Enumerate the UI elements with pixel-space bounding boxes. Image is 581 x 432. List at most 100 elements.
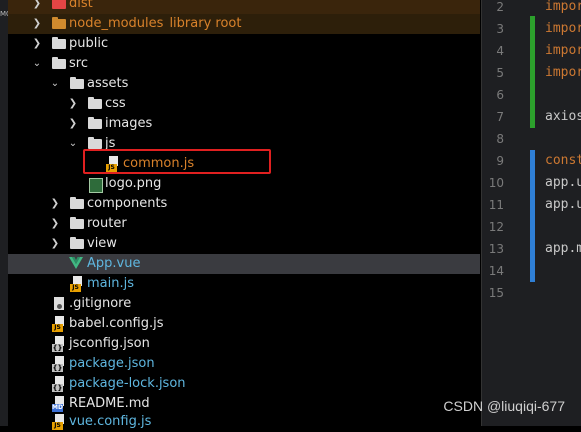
folder-icon: [52, 57, 66, 69]
tree-item-label: vue.config.js: [69, 414, 152, 429]
tree-item-assets[interactable]: ⌄ assets: [8, 74, 480, 94]
tree-item-label: main.js: [87, 276, 134, 291]
tree-item-babel-config[interactable]: JS babel.config.js: [8, 314, 480, 334]
line-number: 2: [496, 0, 504, 14]
json-file-icon: {}: [52, 356, 65, 372]
chevron-right-icon[interactable]: ❯: [32, 14, 42, 34]
line-number: 4: [496, 44, 504, 58]
vcs-modified-marker: [530, 150, 535, 282]
tree-item-readme[interactable]: MD README.md: [8, 394, 480, 414]
chevron-right-icon[interactable]: ❯: [50, 214, 60, 234]
line-number: 9: [496, 154, 504, 168]
tree-item-label: router: [87, 216, 127, 231]
line-number: 12: [488, 220, 504, 234]
tree-item-label: assets: [87, 76, 129, 91]
line-number: 14: [488, 264, 504, 278]
tree-item-src[interactable]: ⌄ src: [8, 54, 480, 74]
vcs-added-marker: [530, 16, 535, 128]
chevron-right-icon[interactable]: ❯: [68, 94, 78, 114]
folder-icon: [88, 137, 102, 149]
gitignore-icon: [54, 297, 64, 310]
tree-item-jsconfig[interactable]: {} jsconfig.json: [8, 334, 480, 354]
chevron-right-icon[interactable]: ❯: [32, 0, 42, 14]
code-line: axios: [545, 109, 581, 124]
code-line: const: [545, 153, 581, 168]
line-number: 6: [496, 88, 504, 102]
line-number: 11: [488, 198, 504, 212]
chevron-right-icon[interactable]: ❯: [50, 234, 60, 254]
folder-icon: [70, 217, 84, 229]
tree-item-label: images: [105, 116, 153, 131]
folder-icon: [52, 37, 66, 49]
tree-item-label: README.md: [69, 396, 150, 411]
code-line: impor: [545, 21, 581, 36]
tree-item-public[interactable]: ❯ public: [8, 34, 480, 54]
tree-item-components[interactable]: ❯ components: [8, 194, 480, 214]
chevron-right-icon[interactable]: ❯: [68, 114, 78, 134]
tree-item-router[interactable]: ❯ router: [8, 214, 480, 234]
code-editor[interactable]: 2 3 4 5 6 7 8 9 10 11 12 13 14 15 impor …: [481, 0, 581, 426]
tree-item-view[interactable]: ❯ view: [8, 234, 480, 254]
line-number: 7: [496, 110, 504, 124]
library-root-note: library root: [169, 16, 242, 31]
tree-item-label: public: [69, 36, 109, 51]
line-number: 10: [488, 176, 504, 190]
tree-item-logo-png[interactable]: logo.png: [8, 174, 480, 194]
line-number: 5: [496, 66, 504, 80]
line-number-gutter: 2 3 4 5 6 7 8 9 10 11 12 13 14 15: [482, 0, 522, 426]
tree-item-label: css: [105, 96, 126, 111]
code-line: impor: [545, 0, 581, 14]
line-number: 15: [488, 286, 504, 300]
tree-item-node-modules[interactable]: ❯ node_modules library root: [8, 14, 480, 34]
folder-icon: [88, 117, 102, 129]
tree-item-label: jsconfig.json: [69, 336, 150, 351]
json-file-icon: {}: [52, 336, 65, 352]
tree-item-css[interactable]: ❯ css: [8, 94, 480, 114]
chevron-down-icon[interactable]: ⌄: [68, 134, 78, 154]
tree-item-label: src: [69, 56, 88, 71]
chevron-down-icon[interactable]: ⌄: [50, 74, 60, 94]
tree-item-vue-config[interactable]: JS vue.config.js: [8, 412, 480, 432]
tool-window-strip-label[interactable]: MC: [0, 10, 11, 18]
tree-item-label: babel.config.js: [69, 316, 164, 331]
code-line: impor: [545, 43, 581, 58]
chevron-right-icon[interactable]: ❯: [32, 34, 42, 54]
folder-icon: [52, 17, 66, 29]
tree-item-images[interactable]: ❯ images: [8, 114, 480, 134]
tree-item-label: node_modules library root: [69, 16, 242, 31]
tree-item-label: package-lock.json: [69, 376, 186, 391]
tree-item-label: view: [87, 236, 117, 251]
chevron-right-icon[interactable]: ❯: [50, 194, 60, 214]
folder-icon: [88, 97, 102, 109]
code-line: app.u: [545, 175, 581, 190]
code-line: app.u: [545, 197, 581, 212]
folder-icon: [70, 237, 84, 249]
markdown-file-icon: MD: [52, 396, 65, 412]
line-number: 13: [488, 242, 504, 256]
tree-item-label: components: [87, 196, 168, 211]
tree-item-label: package.json: [69, 356, 155, 371]
code-line: impor: [545, 65, 581, 80]
folder-icon: [52, 0, 66, 9]
code-line: app.m: [545, 241, 581, 256]
tree-item-label: .gitignore: [69, 296, 132, 311]
highlight-annotation-box: [83, 149, 271, 174]
tree-item-main-js[interactable]: JS main.js: [8, 274, 480, 294]
js-file-icon: JS: [52, 316, 65, 332]
folder-icon: [70, 197, 84, 209]
watermark-text: CSDN @liuqiqi-677: [443, 398, 565, 414]
line-number: 3: [496, 22, 504, 36]
tree-item-label: logo.png: [105, 176, 162, 191]
tree-item-gitignore[interactable]: .gitignore: [8, 294, 480, 314]
tree-item-package-json[interactable]: {} package.json: [8, 354, 480, 374]
js-file-icon: JS: [70, 276, 83, 292]
json-file-icon: {}: [52, 376, 65, 392]
tree-item-package-lock[interactable]: {} package-lock.json: [8, 374, 480, 394]
tree-item-app-vue[interactable]: App.vue: [8, 254, 480, 274]
line-number: 8: [496, 132, 504, 146]
vue-file-icon: [69, 257, 83, 269]
tree-item-label: dist: [69, 0, 93, 11]
folder-icon: [70, 77, 84, 89]
chevron-down-icon[interactable]: ⌄: [32, 54, 42, 74]
tree-item-dist[interactable]: ❯ dist: [8, 0, 480, 14]
